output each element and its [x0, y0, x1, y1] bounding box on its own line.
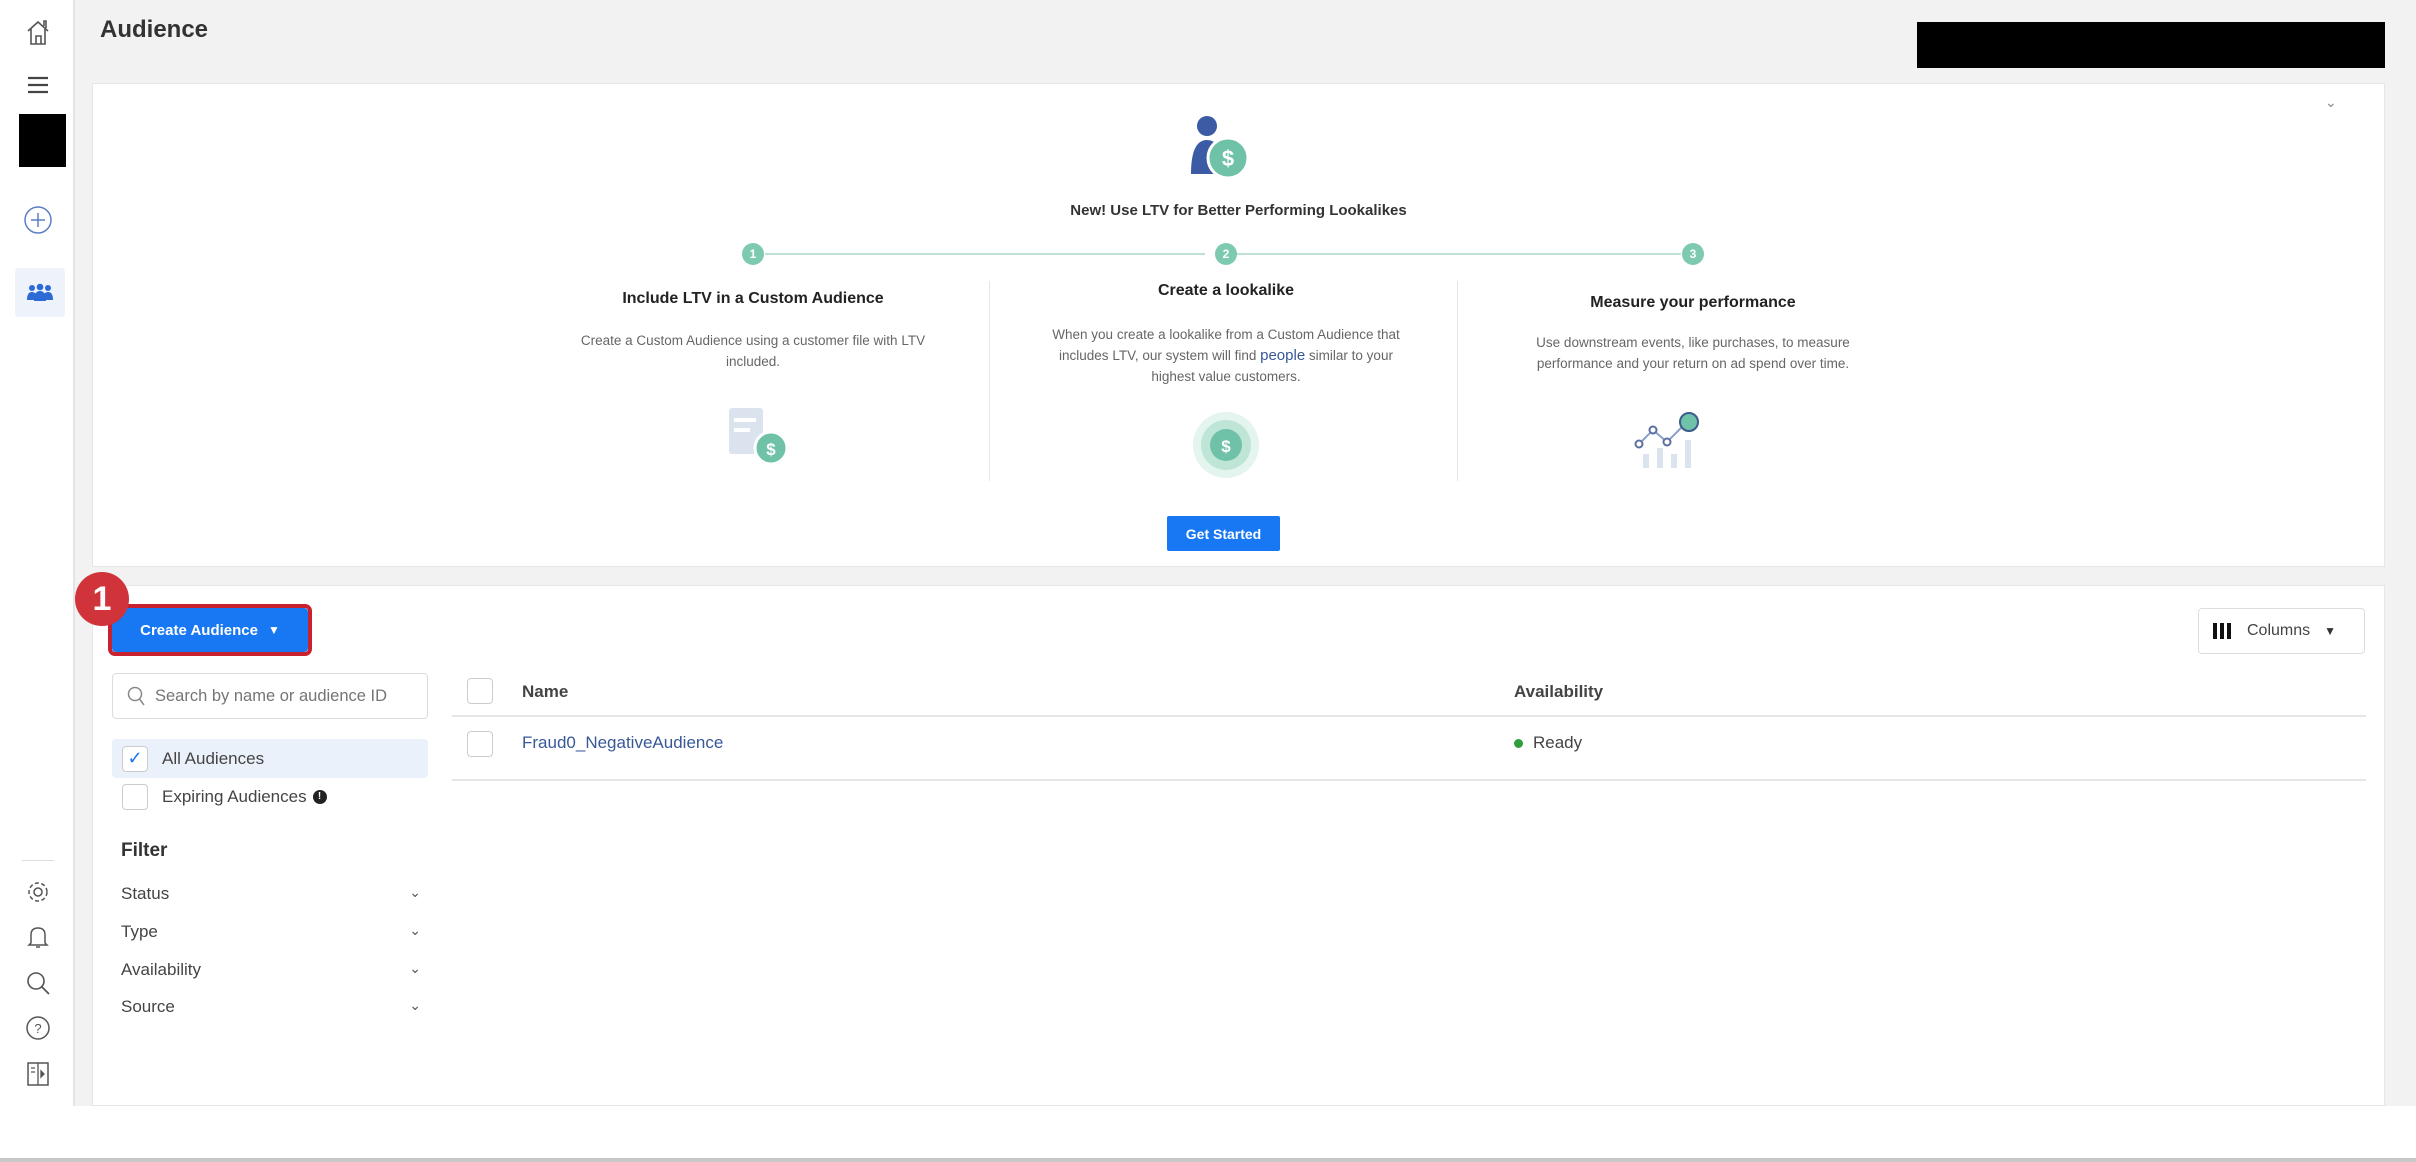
- create-icon[interactable]: [18, 202, 58, 238]
- ltv-promo-banner: ⌄ $ New! Use LTV for Better Performing L…: [92, 83, 2385, 567]
- step-number: 1: [742, 243, 764, 265]
- filter-label: Type: [121, 922, 158, 941]
- search-icon: [127, 686, 145, 706]
- sidebar-divider: [22, 860, 54, 861]
- step-number: 3: [1682, 243, 1704, 265]
- bell-icon[interactable]: [18, 919, 58, 955]
- create-audience-label: Create Audience: [140, 621, 258, 639]
- redacted-account-selector: [1917, 22, 2385, 68]
- row-checkbox[interactable]: [467, 731, 493, 757]
- filter-source[interactable]: Source ⌄: [121, 997, 421, 1035]
- annotation-badge: 1: [75, 572, 129, 626]
- info-icon[interactable]: !: [312, 790, 327, 804]
- search-field[interactable]: [155, 686, 415, 706]
- audience-search-input[interactable]: [112, 673, 428, 719]
- chevron-down-icon: ⌄: [409, 884, 421, 900]
- all-audiences-label: All Audiences: [162, 748, 265, 768]
- filter-heading: Filter: [121, 840, 168, 861]
- people-link[interactable]: people: [1260, 347, 1305, 364]
- panel-icon[interactable]: [18, 1056, 58, 1092]
- svg-text:$: $: [766, 440, 776, 459]
- columns-button[interactable]: Columns ▼: [2198, 608, 2365, 654]
- table-row: Fraud0_NegativeAudience Ready: [452, 717, 2366, 781]
- divider: [989, 281, 990, 481]
- step-description: When you create a lookalike from a Custo…: [1052, 327, 1400, 384]
- search-icon[interactable]: [18, 965, 58, 1001]
- svg-text:?: ?: [34, 1021, 41, 1036]
- gear-icon[interactable]: [18, 874, 58, 910]
- svg-text:$: $: [1221, 437, 1231, 456]
- all-audiences-option[interactable]: ✓ All Audiences: [112, 739, 428, 778]
- redacted-account: [19, 114, 66, 167]
- filter-label: Status: [121, 884, 170, 903]
- filter-list: Status ⌄ Type ⌄ Availability ⌄ Source ⌄: [121, 884, 421, 1035]
- lookalike-icon: $: [1191, 410, 1261, 485]
- columns-icon: [2213, 623, 2231, 639]
- customer-file-icon: $: [729, 408, 799, 473]
- banner-title: New! Use LTV for Better Performing Looka…: [1070, 202, 1407, 219]
- svg-text:$: $: [1222, 146, 1234, 171]
- status-dot-icon: [1514, 738, 1523, 748]
- table-header: Name Availability: [452, 668, 2366, 717]
- chevron-down-icon: ⌄: [409, 960, 421, 976]
- step-title: Include LTV in a Custom Audience: [622, 290, 884, 307]
- collapse-chevron-icon[interactable]: ⌄: [2325, 94, 2337, 111]
- audience-icon[interactable]: [15, 268, 65, 317]
- page-title: Audience: [100, 16, 209, 43]
- column-header-availability[interactable]: Availability: [1514, 682, 1603, 702]
- sidebar: ?: [0, 0, 75, 1106]
- help-icon[interactable]: ?: [18, 1010, 58, 1046]
- chevron-down-icon: ⌄: [409, 997, 421, 1013]
- chevron-down-icon: ⌄: [409, 922, 421, 938]
- performance-chart-icon: [1633, 410, 1713, 475]
- step-title: Create a lookalike: [1157, 282, 1295, 299]
- status-text: Ready: [1533, 733, 1583, 752]
- checkbox-checked-icon[interactable]: ✓: [122, 745, 148, 772]
- menu-icon[interactable]: [18, 67, 58, 103]
- dropdown-caret-icon: ▼: [2324, 624, 2337, 638]
- columns-label: Columns: [2247, 622, 2311, 639]
- filter-type[interactable]: Type ⌄: [121, 922, 421, 960]
- step-connector: [765, 253, 1205, 255]
- filter-status[interactable]: Status ⌄: [121, 884, 421, 922]
- home-icon[interactable]: [18, 14, 58, 50]
- footer-area: [0, 1106, 2416, 1162]
- dropdown-caret-icon: ▼: [267, 623, 280, 637]
- audience-list-panel: Create Audience ▼ 1 Columns ▼ ✓ All Audie…: [75, 572, 2385, 1106]
- audience-name-link[interactable]: Fraud0_NegativeAudience: [522, 733, 723, 753]
- filter-label: Availability: [121, 960, 202, 979]
- step-title: Measure your performance: [1590, 294, 1796, 311]
- step-description: Use downstream events, like purchases, t…: [1536, 335, 1850, 371]
- person-dollar-icon: $: [1183, 114, 1263, 184]
- divider: [1457, 281, 1458, 481]
- step-connector: [1237, 253, 1681, 255]
- filter-label: Source: [121, 997, 175, 1016]
- expiring-audiences-label: Expiring Audiences: [162, 787, 307, 806]
- checkbox[interactable]: [122, 784, 148, 810]
- availability-status: Ready: [1514, 733, 1582, 753]
- select-all-checkbox[interactable]: [467, 678, 493, 704]
- column-header-name[interactable]: Name: [522, 682, 568, 702]
- expiring-audiences-option[interactable]: Expiring Audiences !: [122, 784, 327, 810]
- get-started-button[interactable]: Get Started: [1167, 516, 1280, 551]
- audience-table: Name Availability Fraud0_NegativeAudienc…: [452, 668, 2366, 781]
- create-audience-button[interactable]: Create Audience ▼: [112, 608, 308, 652]
- step-number: 2: [1215, 243, 1237, 265]
- bottom-border: [0, 1158, 2416, 1162]
- filter-availability[interactable]: Availability ⌄: [121, 960, 421, 997]
- step-description: Create a Custom Audience using a custome…: [580, 333, 926, 369]
